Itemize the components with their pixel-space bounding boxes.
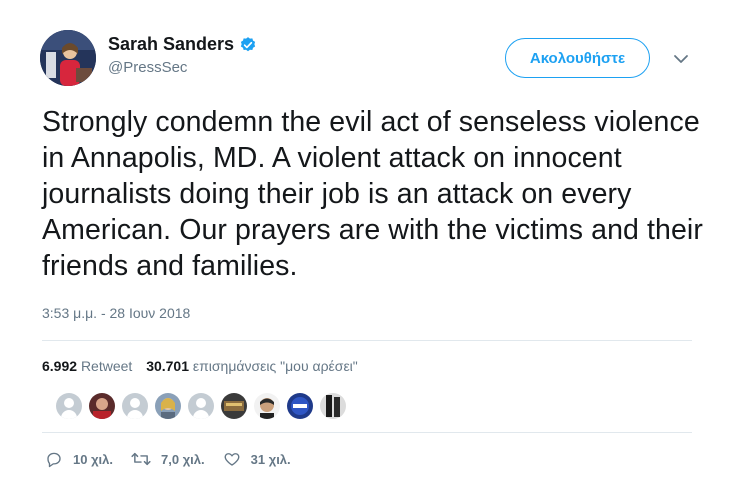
tweet-actions: 10 χιλ. 7,0 χιλ. 31 χιλ. — [45, 450, 309, 468]
profile-avatar[interactable] — [40, 30, 96, 86]
likes-count: 30.701 — [146, 358, 190, 374]
liker-avatar[interactable] — [155, 393, 181, 419]
retweet-icon — [131, 452, 151, 466]
chevron-down-icon[interactable] — [672, 50, 690, 68]
likers-avatars — [56, 393, 353, 419]
follow-button[interactable]: Ακολουθήστε — [505, 38, 650, 78]
heart-icon — [224, 453, 240, 466]
tweet-text: Strongly condemn the evil act of sensele… — [42, 106, 703, 282]
reply-action[interactable]: 10 χιλ. — [45, 450, 113, 468]
liker-avatar[interactable] — [221, 393, 247, 419]
like-action[interactable]: 31 χιλ. — [223, 450, 291, 468]
user-handle[interactable]: @PressSec — [108, 59, 257, 76]
display-name[interactable]: Sarah Sanders — [108, 34, 234, 55]
divider — [42, 340, 692, 341]
user-info: Sarah Sanders @PressSec — [108, 34, 257, 76]
likes-label: επισημάνσεις "μου αρέσει" — [192, 358, 358, 374]
retweets-stat[interactable]: 6.992 Retweet — [42, 358, 132, 374]
liker-avatar[interactable] — [89, 393, 115, 419]
retweets-label: Retweet — [80, 358, 133, 374]
retweet-count: 7,0 χιλ. — [161, 451, 205, 467]
retweets-count: 6.992 — [42, 358, 78, 374]
tweet-stats: 6.992 Retweet 30.701 επισημάνσεις "μου α… — [42, 358, 358, 374]
divider — [42, 432, 692, 433]
liker-avatar[interactable] — [56, 393, 82, 419]
liker-avatar[interactable] — [287, 393, 313, 419]
like-count: 31 χιλ. — [250, 451, 291, 467]
verified-badge-icon — [239, 36, 257, 54]
reply-count: 10 χιλ. — [73, 451, 114, 467]
liker-avatar[interactable] — [188, 393, 214, 419]
tweet-timestamp[interactable]: 3:53 μ.μ. - 28 Ιουν 2018 — [42, 305, 190, 321]
reply-icon — [47, 452, 61, 468]
avatar-image — [40, 30, 96, 86]
liker-avatar[interactable] — [122, 393, 148, 419]
likes-stat[interactable]: 30.701 επισημάνσεις "μου αρέσει" — [146, 358, 358, 374]
liker-avatar[interactable] — [254, 393, 280, 419]
retweet-action[interactable]: 7,0 χιλ. — [131, 450, 205, 468]
liker-avatar[interactable] — [320, 393, 346, 419]
